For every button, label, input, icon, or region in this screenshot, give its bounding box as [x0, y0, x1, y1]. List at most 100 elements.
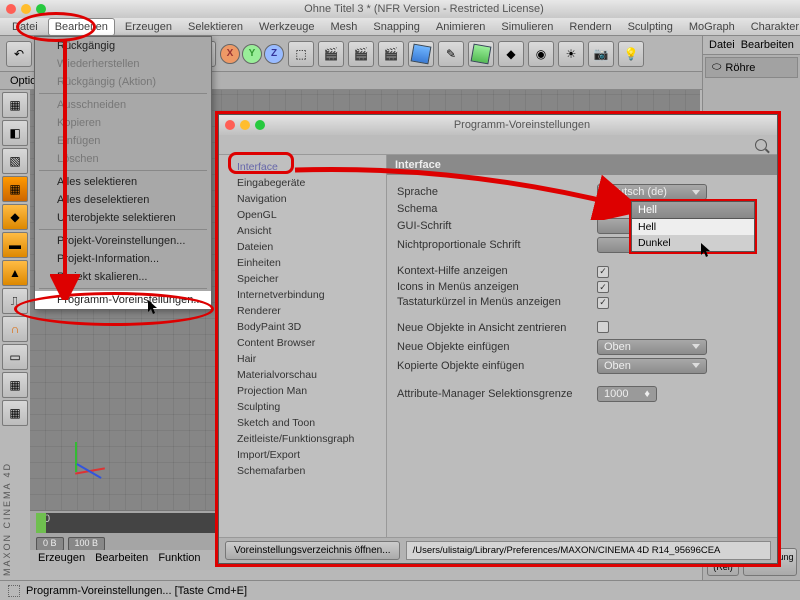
model-mode-button[interactable]: ◧ — [2, 120, 28, 146]
add-deformer-button[interactable]: ◉ — [528, 41, 554, 67]
menu-mograph[interactable]: MoGraph — [683, 19, 741, 35]
tree-units[interactable]: Einheiten — [219, 255, 386, 271]
menu-paste[interactable]: Einfügen — [35, 132, 211, 150]
schema-option-hell[interactable]: Hell — [632, 219, 754, 235]
tree-renderer[interactable]: Renderer — [219, 303, 386, 319]
menu-shortcuts-checkbox[interactable]: ✓ — [597, 297, 609, 309]
workplane-button[interactable]: ▭ — [2, 344, 28, 370]
tree-hair[interactable]: Hair — [219, 351, 386, 367]
add-spline-button[interactable]: ✎ — [438, 41, 464, 67]
tree-contentbrowser[interactable]: Content Browser — [219, 335, 386, 351]
menu-icons-checkbox[interactable]: ✓ — [597, 281, 609, 293]
add-nurbs-button[interactable] — [468, 41, 494, 67]
tool-button[interactable]: ⬚ — [288, 41, 314, 67]
menu-sculpting[interactable]: Sculpting — [622, 19, 679, 35]
menu-copy[interactable]: Kopieren — [35, 114, 211, 132]
menu-erzeugen[interactable]: Erzeugen — [119, 19, 178, 35]
tree-sketchtoon[interactable]: Sketch and Toon — [219, 415, 386, 431]
tree-input[interactable]: Eingabegeräte — [219, 175, 386, 191]
tree-projectionman[interactable]: Projection Man — [219, 383, 386, 399]
tree-view[interactable]: Ansicht — [219, 223, 386, 239]
zoom-icon[interactable] — [255, 120, 265, 130]
polygon-mode-button[interactable]: ▲ — [2, 260, 28, 286]
menu-simulieren[interactable]: Simulieren — [495, 19, 559, 35]
tree-opengl[interactable]: OpenGL — [219, 207, 386, 223]
render-region-button[interactable]: 🎬 — [348, 41, 374, 67]
sprache-select[interactable]: Deutsch (de) — [597, 184, 707, 200]
tab-erzeugen[interactable]: Erzeugen — [38, 552, 85, 568]
object-mode-button[interactable]: ▧ — [2, 148, 28, 174]
menu-mesh[interactable]: Mesh — [324, 19, 363, 35]
edge-mode-button[interactable]: ▬ — [2, 232, 28, 258]
schema-select[interactable]: Hell — [631, 201, 755, 219]
tree-files[interactable]: Dateien — [219, 239, 386, 255]
menu-delete[interactable]: Löschen — [35, 150, 211, 168]
minimize-icon[interactable] — [21, 4, 31, 14]
menu-undo-action[interactable]: Rückgängig (Aktion) — [35, 73, 211, 91]
menu-deselect-all[interactable]: Alles deselektieren — [35, 191, 211, 209]
om-tab-bearbeiten[interactable]: Bearbeiten — [741, 39, 794, 51]
add-cube-button[interactable] — [408, 41, 434, 67]
render-settings-button[interactable]: 🎬 — [378, 41, 404, 67]
menu-select-all[interactable]: Alles selektieren — [35, 173, 211, 191]
menu-project-settings[interactable]: Projekt-Voreinstellungen... — [35, 232, 211, 250]
misc-button[interactable]: ▦ — [2, 372, 28, 398]
tree-timeline[interactable]: Zeitleiste/Funktionsgraph — [219, 431, 386, 447]
menu-werkzeuge[interactable]: Werkzeuge — [253, 19, 320, 35]
axis-mode-button[interactable]: ⎍ — [2, 288, 28, 314]
snap-button[interactable]: ∩ — [2, 316, 28, 342]
z-axis-toggle[interactable]: Z — [264, 44, 284, 64]
close-icon[interactable] — [225, 120, 235, 130]
point-mode-button[interactable]: ◆ — [2, 204, 28, 230]
undo-button[interactable]: ↶ — [6, 41, 32, 67]
tab-funktion[interactable]: Funktion — [158, 552, 200, 568]
render-button[interactable]: 🎬 — [318, 41, 344, 67]
tab-bearbeiten[interactable]: Bearbeiten — [95, 552, 148, 568]
menu-cut[interactable]: Ausschneiden — [35, 96, 211, 114]
menu-rendern[interactable]: Rendern — [563, 19, 617, 35]
menu-animieren[interactable]: Animieren — [430, 19, 492, 35]
add-camera-button[interactable]: 📷 — [588, 41, 614, 67]
add-generator-button[interactable]: ◆ — [498, 41, 524, 67]
misc-button[interactable]: ▦ — [2, 400, 28, 426]
tree-interface[interactable]: Interface — [219, 159, 386, 175]
attr-limit-spinner[interactable]: 1000♦ — [597, 386, 657, 402]
menu-bearbeiten[interactable]: Bearbeiten — [48, 18, 115, 36]
open-prefdir-button[interactable]: Voreinstellungsverzeichnis öffnen... — [225, 541, 400, 560]
menu-project-info[interactable]: Projekt-Information... — [35, 250, 211, 268]
minimize-icon[interactable] — [240, 120, 250, 130]
time-start[interactable]: 0 B — [36, 537, 64, 551]
make-editable-button[interactable]: ▦ — [2, 92, 28, 118]
object-item[interactable]: ⬭ Röhre — [705, 57, 798, 78]
y-axis-toggle[interactable]: Y — [242, 44, 262, 64]
tree-memory[interactable]: Speicher — [219, 271, 386, 287]
search-icon[interactable] — [755, 139, 767, 151]
menu-redo[interactable]: Wiederherstellen — [35, 55, 211, 73]
menu-undo[interactable]: Rückgängig — [35, 37, 211, 55]
copied-select[interactable]: Oben — [597, 358, 707, 374]
tree-bodypaint[interactable]: BodyPaint 3D — [219, 319, 386, 335]
tree-sculpting[interactable]: Sculpting — [219, 399, 386, 415]
context-help-checkbox[interactable]: ✓ — [597, 266, 609, 278]
add-environment-button[interactable]: ☀ — [558, 41, 584, 67]
menu-datei[interactable]: Datei — [6, 19, 44, 35]
tree-navigation[interactable]: Navigation — [219, 191, 386, 207]
tree-matpreview[interactable]: Materialvorschau — [219, 367, 386, 383]
tree-schemecolors[interactable]: Schemafarben — [219, 463, 386, 479]
menu-charakter[interactable]: Charakter — [745, 19, 800, 35]
om-tab-datei[interactable]: Datei — [709, 39, 735, 51]
tree-importexport[interactable]: Import/Export — [219, 447, 386, 463]
texture-mode-button[interactable]: ▦ — [2, 176, 28, 202]
time-end[interactable]: 100 B — [68, 537, 106, 551]
x-axis-toggle[interactable]: X — [220, 44, 240, 64]
insert-select[interactable]: Oben — [597, 339, 707, 355]
menu-select-children[interactable]: Unterobjekte selektieren — [35, 209, 211, 227]
menu-preferences[interactable]: Programm-Voreinstellungen... — [35, 291, 211, 309]
menu-project-scale[interactable]: Projekt skalieren... — [35, 268, 211, 286]
tree-internet[interactable]: Internetverbindung — [219, 287, 386, 303]
menu-snapping[interactable]: Snapping — [367, 19, 426, 35]
add-light-button[interactable]: 💡 — [618, 41, 644, 67]
close-icon[interactable] — [6, 4, 16, 14]
playhead[interactable] — [36, 513, 46, 533]
zoom-icon[interactable] — [36, 4, 46, 14]
